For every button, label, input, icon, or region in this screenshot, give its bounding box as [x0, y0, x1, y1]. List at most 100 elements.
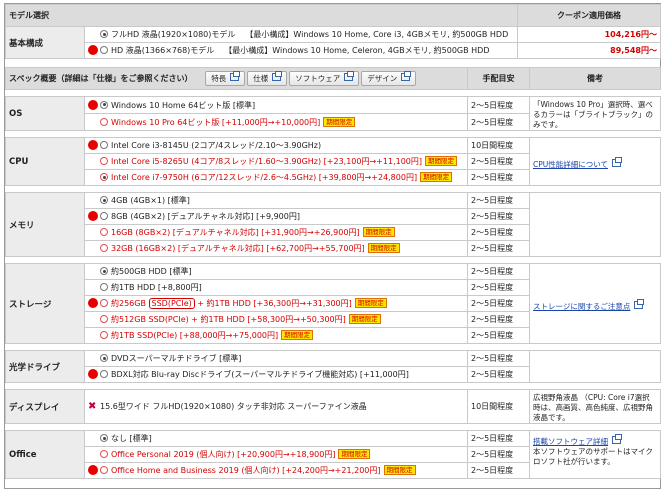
option-cell[interactable]: 16GB (8GB×2) [デュアルチャネル対応] [+31,900円→+26,…	[84, 224, 468, 241]
radio-button[interactable]	[100, 315, 108, 323]
radio-button[interactable]	[100, 354, 108, 362]
radio-button[interactable]	[100, 267, 108, 275]
external-window-icon	[608, 157, 623, 169]
remarks-link-text[interactable]: CPU性能詳細について	[533, 160, 608, 169]
option-cell[interactable]: DVDスーパーマルチドライブ [標準]	[84, 350, 468, 367]
model-price: 89,548円〜	[517, 42, 661, 59]
remarks-link-text[interactable]: ストレージに関するご注意点	[533, 302, 630, 311]
model-table: モデル選択 クーポン適用価格 基本構成 フルHD 液晶(1920×1080)モデル…	[5, 4, 661, 59]
option-text: なし [標準]	[111, 434, 152, 443]
radio-button[interactable]	[100, 450, 108, 458]
group-label: OS	[5, 96, 85, 131]
option-text: 4GB (4GB×1) [標準]	[111, 196, 190, 205]
option-text: BDXL対応 Blu-ray Discドライブ(スーパーマルチドライブ機能対応)…	[111, 370, 409, 379]
external-window-glyph	[612, 434, 622, 444]
radio-button[interactable]	[100, 173, 108, 181]
group-gap	[5, 185, 661, 193]
option-cell[interactable]: 約1TB HDD [+8,800円]	[84, 279, 468, 296]
radio-button[interactable]	[100, 196, 108, 204]
option-cell[interactable]: Windows 10 Home 64ビット版 [標準]	[84, 96, 468, 114]
model-row[interactable]: HD 液晶(1366×768)モデル 【最小構成】Windows 10 Home,…	[6, 42, 661, 59]
spec-header-cell: スペック概要（詳細は「仕様」をご参照ください） 特長 仕様 ソフトウェア デザイン	[5, 67, 468, 90]
delivery-estimate: 2〜5日程度	[467, 279, 530, 296]
model-row[interactable]: 基本構成 フルHD 液晶(1920×1080)モデル 【最小構成】Windows 1…	[5, 26, 661, 59]
option-row[interactable]: 光学ドライブ DVDスーパーマルチドライブ [標準] 2〜5日程度	[5, 350, 661, 383]
option-cell[interactable]: Intel Core i3-8145U (2コア/4スレッド/2.10〜3.90…	[84, 137, 468, 154]
spec-tab-button[interactable]: 特長	[205, 71, 246, 86]
group-label: Office	[5, 430, 85, 479]
model-option-cell[interactable]: HD 液晶(1366×768)モデル 【最小構成】Windows 10 Home,…	[84, 42, 518, 59]
delivery-estimate: 2〜5日程度	[467, 96, 530, 114]
option-cell[interactable]: Intel Core i7-9750H (6コア/12スレッド/2.6〜4.5G…	[84, 169, 468, 186]
option-cell[interactable]: 約1TB SSD(PCIe) [+88,000円→+75,000円] 期間限定	[84, 327, 468, 344]
option-cell[interactable]: 約500GB HDD [標準]	[84, 263, 468, 280]
option-cell[interactable]: Intel Core i5-8265U (4コア/8スレッド/1.60〜3.90…	[84, 153, 468, 170]
option-text: Windows 10 Home 64ビット版 [標準]	[111, 100, 256, 110]
radio-button[interactable]	[100, 212, 108, 220]
gap-cell	[5, 423, 661, 431]
limited-time-badge: 期間限定	[338, 449, 371, 459]
option-cell[interactable]: 32GB (16GB×2) [デュアルチャネル対応] [+62,700円→+55…	[84, 240, 468, 257]
option-cell[interactable]: Office Personal 2019 (個人向け) [+20,900円→+1…	[84, 446, 468, 463]
gap-cell	[5, 256, 661, 264]
option-text: Intel Core i3-8145U (2コア/4スレッド/2.10〜3.90…	[111, 141, 322, 150]
option-cell[interactable]: なし [標準]	[84, 430, 468, 447]
radio-button[interactable]	[100, 434, 108, 442]
spec-tab-button[interactable]: ソフトウェア	[289, 71, 360, 86]
external-window-icon	[630, 299, 645, 311]
option-cell[interactable]: 4GB (4GB×1) [標準]	[84, 192, 468, 209]
delivery-estimate: 2〜5日程度	[467, 350, 530, 367]
group-gap	[5, 89, 661, 97]
radio-button[interactable]	[100, 299, 108, 307]
delivery-header: 手配目安	[467, 67, 530, 90]
option-text: 約500GB HDD [標準]	[111, 267, 192, 276]
radio-button[interactable]	[100, 370, 108, 378]
radio-button[interactable]	[100, 157, 108, 165]
delivery-estimate: 2〜5日程度	[467, 446, 530, 463]
option-text: Intel Core i5-8265U (4コア/8スレッド/1.60〜3.90…	[111, 157, 422, 166]
option-row[interactable]: CPU Intel Core i3-8145U (2コア/4スレッド/2.10〜3…	[5, 137, 661, 186]
external-window-icon	[401, 71, 412, 81]
radio-button[interactable]	[100, 244, 108, 252]
remarks-link[interactable]: ストレージに関するご注意点	[533, 299, 657, 312]
red-dot-marker-icon	[88, 140, 98, 150]
radio-button[interactable]	[100, 46, 108, 54]
remarks-link-text[interactable]: 搭載ソフトウェア詳細	[533, 437, 608, 446]
remarks-cell	[529, 350, 661, 383]
radio-button[interactable]	[100, 100, 108, 109]
external-window-icon	[344, 71, 355, 81]
radio-button[interactable]	[100, 30, 108, 38]
radio-button[interactable]	[100, 331, 108, 339]
option-row[interactable]: OS Windows 10 Home 64ビット版 [標準] 2〜5日程度 「Wind…	[5, 96, 661, 131]
option-row[interactable]: ストレージ 約500GB HDD [標準] 2〜5日程度 ストレージに関するご注意点	[5, 263, 661, 344]
option-row[interactable]: Office なし [標準] 2〜5日程度 搭載ソフトウェア詳細 本ソフトウェアのサポー…	[5, 430, 661, 479]
remarks-link[interactable]: CPU性能詳細について	[533, 157, 657, 170]
option-cell[interactable]: ✖ 15.6型ワイド フルHD(1920×1080) タッチ非対応 スーパーファイ…	[84, 389, 468, 424]
red-dot-marker-icon	[88, 369, 98, 379]
radio-button[interactable]	[100, 283, 108, 291]
option-cell[interactable]: BDXL対応 Blu-ray Discドライブ(スーパーマルチドライブ機能対応)…	[84, 366, 468, 383]
remarks-link[interactable]: 搭載ソフトウェア詳細	[533, 434, 657, 447]
model-label: 基本構成	[5, 26, 85, 59]
option-row[interactable]: メモリ 4GB (4GB×1) [標準] 2〜5日程度	[5, 192, 661, 257]
limited-time-badge: 期間限定	[323, 116, 356, 127]
option-cell[interactable]: 8GB (4GB×2) [デュアルチャネル対応] [+9,900円]	[84, 208, 468, 225]
option-text: Office Home and Business 2019 (個人向け) [+2…	[111, 466, 381, 475]
radio-button[interactable]	[100, 228, 108, 236]
spec-tab-button[interactable]: 仕様	[247, 71, 288, 86]
option-cell[interactable]: Office Home and Business 2019 (個人向け) [+2…	[84, 462, 468, 479]
model-select-title: モデル選択	[5, 4, 518, 27]
model-option-cell[interactable]: フルHD 液晶(1920×1080)モデル 【最小構成】Windows 10 Ho…	[84, 26, 518, 43]
option-row[interactable]: ディスプレイ ✖ 15.6型ワイド フルHD(1920×1080) タッチ非対応 ス…	[5, 389, 661, 424]
radio-button[interactable]	[100, 466, 108, 474]
delivery-estimate: 2〜5日程度	[467, 430, 530, 447]
spec-summary-title: スペック概要（詳細は「仕様」をご参照ください）	[9, 74, 193, 83]
spec-tab-label: デザイン	[367, 74, 398, 83]
radio-button[interactable]	[100, 141, 108, 149]
radio-button[interactable]	[100, 117, 108, 126]
option-cell[interactable]: 約256GB SSD(PCIe) + 約1TB HDD [+36,300円→+3…	[84, 295, 468, 312]
option-cell[interactable]: 約512GB SSD(PCIe) + 約1TB HDD [+58,300円→+5…	[84, 311, 468, 328]
spec-tab-button[interactable]: デザイン	[361, 71, 417, 86]
option-cell[interactable]: Windows 10 Pro 64ビット版 [+11,000円→+10,000円…	[84, 113, 468, 131]
group-label: ディスプレイ	[5, 389, 85, 424]
